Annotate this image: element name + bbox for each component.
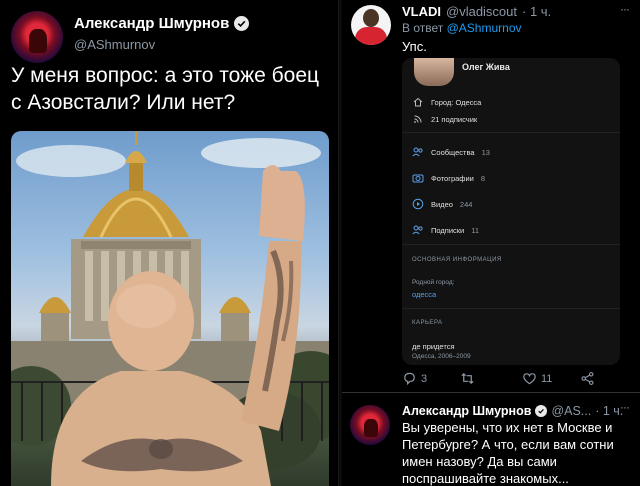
career-period: Одесса, 2006–2009 bbox=[412, 353, 471, 360]
profile-communities-row: Сообщества 13 bbox=[412, 146, 490, 158]
thread-divider bbox=[342, 392, 640, 393]
reply-author-avatar[interactable] bbox=[351, 5, 391, 45]
more-options-icon[interactable]: ··· bbox=[620, 400, 630, 414]
like-action[interactable]: 11 bbox=[522, 371, 552, 386]
reply-action[interactable]: 3 bbox=[402, 371, 427, 386]
verified-icon bbox=[535, 405, 548, 417]
profile-name: Олег Жива bbox=[462, 62, 510, 72]
reply-text: Упс. bbox=[402, 39, 427, 54]
profile-city-row: Город: Одесса bbox=[412, 96, 481, 108]
author-name-row[interactable]: Александр Шмурнов bbox=[74, 15, 250, 32]
right-thread-panel: VLADI @vladiscout · 1 ч. ··· В ответ @AS… bbox=[342, 0, 640, 486]
profile-followers-row: 21 подписчик bbox=[412, 113, 477, 125]
reply-author-handle[interactable]: @vladiscout bbox=[446, 4, 517, 19]
users-icon bbox=[412, 146, 424, 158]
video-icon bbox=[412, 198, 424, 210]
more-options-icon[interactable]: ··· bbox=[620, 2, 630, 16]
share-icon bbox=[581, 372, 594, 385]
author-avatar[interactable] bbox=[11, 11, 63, 63]
second-reply-text: Вы уверены, что их нет в Москве и Петерб… bbox=[402, 420, 614, 486]
subscriptions-icon bbox=[412, 224, 424, 236]
hometown-value: одесса bbox=[412, 290, 437, 299]
second-reply-header: Александр Шмурнов @AS... · 1 ч. bbox=[402, 404, 623, 418]
profile-photo bbox=[414, 58, 454, 86]
camera-icon bbox=[412, 172, 424, 184]
tweet-actions: 3 11 bbox=[402, 371, 638, 387]
reply-author-name[interactable]: VLADI bbox=[402, 4, 441, 19]
tweet-text: У меня вопрос: а это тоже боец с Азовста… bbox=[11, 64, 320, 114]
home-icon bbox=[412, 96, 424, 108]
replying-to: В ответ @AShmurnov bbox=[402, 21, 522, 35]
share-action[interactable] bbox=[580, 371, 595, 386]
career-header: КАРЬЕРА bbox=[412, 320, 443, 326]
profile-screenshot[interactable]: Олег Жива Город: Одесса 21 подписчик Соо… bbox=[402, 58, 620, 365]
reply-icon bbox=[404, 372, 415, 386]
heart-icon bbox=[523, 373, 536, 385]
verified-icon bbox=[234, 16, 250, 31]
tweet-photo[interactable] bbox=[11, 131, 329, 486]
career-place: де придется bbox=[412, 342, 455, 351]
retweet-action[interactable] bbox=[460, 371, 479, 386]
hometown-label: Родной город: bbox=[412, 279, 455, 286]
profile-subscriptions-row: Подписки 11 bbox=[412, 224, 479, 236]
reply-prefix: В ответ bbox=[402, 21, 444, 35]
main-info-header: ОСНОВНАЯ ИНФОРМАЦИЯ bbox=[412, 257, 502, 263]
profile-photos-row: Фотографии 8 bbox=[412, 172, 485, 184]
profile-videos-row: Видео 244 bbox=[412, 198, 472, 210]
author-name[interactable]: Александр Шмурнов bbox=[74, 15, 229, 32]
reply-time[interactable]: · 1 ч. bbox=[522, 4, 551, 19]
reply-mention[interactable]: @AShmurnov bbox=[447, 21, 522, 35]
retweet-icon bbox=[461, 372, 474, 385]
left-tweet-panel: Александр Шмурнов @AShmurnov У меня вопр… bbox=[0, 0, 338, 486]
rss-icon bbox=[412, 113, 424, 125]
second-author-handle[interactable]: @AS... bbox=[551, 404, 591, 418]
author-handle[interactable]: @AShmurnov bbox=[74, 37, 155, 52]
second-author-name[interactable]: Александр Шмурнов bbox=[402, 404, 531, 418]
reply-header: VLADI @vladiscout · 1 ч. bbox=[402, 4, 551, 19]
second-author-avatar[interactable] bbox=[350, 405, 390, 445]
